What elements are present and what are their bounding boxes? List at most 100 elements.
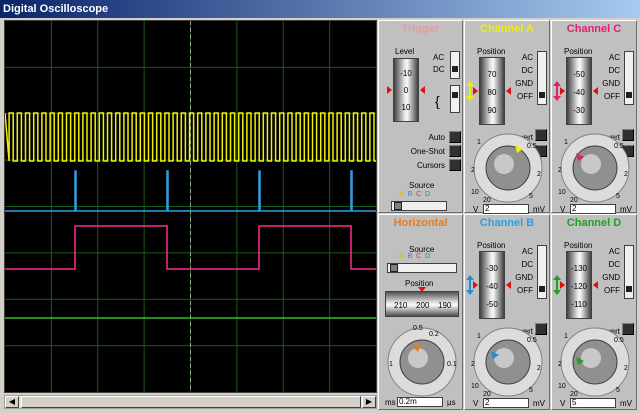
edge-brace-icon: { (435, 93, 440, 109)
hknob-label: 0.5 (413, 325, 423, 332)
trigger-oneshot-button[interactable] (449, 145, 461, 157)
channel_c-tick: -50 (573, 70, 585, 79)
channel_c-coupling-switch[interactable] (624, 51, 634, 105)
channel_d-value-field[interactable]: 5 (570, 398, 616, 408)
trigger-title: Trigger (401, 23, 440, 35)
channel_b-title: Channel B (479, 217, 535, 229)
trigger-source-options: A B C D (399, 191, 430, 198)
horizontal-value-field[interactable]: 0.2m (397, 397, 443, 407)
channel_d-off-label: OFF (604, 286, 620, 295)
channel_a-knob-label: 0.5 (527, 143, 537, 150)
horizontal-unit-left: ms (385, 398, 396, 407)
channel_c-dc-label: DC (608, 66, 620, 75)
hpos-tick: 210 (394, 301, 408, 310)
channel_b-updown-icon (466, 275, 474, 295)
channel_c-knob-label: 2 (624, 171, 628, 178)
trigger-oneshot-label: One-Shot (410, 147, 445, 156)
hsource-option-a: A (399, 253, 404, 260)
channel_c-off-label: OFF (604, 92, 620, 101)
channel_d-knob-label: 2 (558, 361, 562, 368)
channel_d-knob-label: 2 (624, 365, 628, 372)
channel_b-coupling-switch[interactable] (537, 245, 547, 299)
hsource-option-b: B (407, 253, 413, 260)
source-option-a: A (399, 191, 404, 198)
channel_b-knob-label: 10 (471, 383, 479, 390)
channel_b-off-label: OFF (517, 286, 533, 295)
channel_c-unit-right: mV (620, 205, 632, 214)
source-option-c: C (416, 191, 422, 198)
horizontal-source-slider[interactable] (387, 263, 457, 273)
channel_a-coupling-switch[interactable] (537, 51, 547, 105)
channel_b-knob-label: 2 (537, 365, 541, 372)
horizontal-position-drum[interactable]: 210 200 190 (385, 291, 459, 317)
channel_a-updown-icon (466, 81, 474, 101)
channel_d-coupling-switch[interactable] (624, 245, 634, 299)
trigger-auto-button[interactable] (449, 131, 461, 143)
channel_a-knob-label: 10 (471, 189, 479, 196)
channel_d-ac-label: AC (608, 247, 620, 256)
horizontal-scrollbar[interactable]: ◀ ▶ (4, 395, 377, 409)
scroll-thumb[interactable] (21, 396, 361, 408)
channel_b-knob-label: 2 (471, 361, 475, 368)
channel_c-title: Channel C (566, 23, 622, 35)
channel_b-knob-label: 5 (529, 387, 533, 394)
channel_a-tick: 70 (487, 70, 497, 79)
channel_b-tick: -50 (486, 300, 498, 309)
channel_b-tick: -40 (486, 282, 498, 291)
channel_c-position-drum[interactable]: -50 -40 -30 (566, 57, 592, 125)
channel_a-knob-label: 1 (477, 139, 481, 146)
hknob-label: 0.1 (447, 361, 457, 368)
channel_c-unit-left: V (560, 205, 566, 214)
channel_a-position-label: Position (477, 47, 506, 56)
channel_c-knob-label: 5 (616, 193, 620, 200)
trigger-cursors-button[interactable] (449, 159, 461, 171)
channel_b-knob-label: 1 (477, 333, 481, 340)
channel_c-knob-label: 0.5 (614, 143, 624, 150)
scroll-left-icon[interactable]: ◀ (5, 396, 19, 408)
channel_b-position-drum[interactable]: -30 -40 -50 (479, 251, 505, 319)
channel_d-updown-icon (553, 275, 561, 295)
trigger-source-slider[interactable] (391, 201, 447, 211)
channel_a-dc-label: DC (521, 66, 533, 75)
channel_b-position-label: Position (477, 241, 506, 250)
channel_d-title: Channel D (566, 217, 622, 229)
channel_a-position-drum[interactable]: 70 80 90 (479, 57, 505, 125)
channel_a-knob-label: 2 (537, 171, 541, 178)
channel_d-knob-label: 10 (558, 383, 566, 390)
source-option-d: D (425, 191, 431, 198)
channel_c-value-field[interactable]: 2 (570, 204, 616, 214)
trigger-level-tick: 0 (403, 86, 409, 95)
scope-graticule (5, 21, 376, 392)
hknob-label: 0.2 (429, 331, 439, 338)
channel_b-panel: Channel B Position -30 -40 -50 AC DC GND… (464, 214, 550, 410)
trigger-coupling-switch[interactable] (450, 51, 460, 79)
trigger-cursors-label: Cursors (416, 161, 445, 170)
trigger-edge-switch[interactable] (450, 85, 460, 113)
channel_b-dc-label: DC (521, 260, 533, 269)
channel_a-tick: 90 (487, 106, 497, 115)
channel_b-value-field[interactable]: 2 (483, 398, 529, 408)
channel_c-tick: -30 (573, 106, 585, 115)
channel_a-value-field[interactable]: 2 (483, 204, 529, 214)
channel_d-gnd-label: GND (602, 273, 620, 282)
channel_a-unit-left: V (473, 205, 479, 214)
level-marker-icon (387, 86, 392, 94)
channel_b-tick: -30 (486, 264, 498, 273)
channel_d-unit-left: V (560, 399, 566, 408)
trigger-dc-label: DC (433, 65, 445, 74)
channel_d-knob-label: 20 (570, 391, 578, 398)
channel_a-knob-label: 20 (483, 197, 491, 204)
channel_a-panel: Channel A Position 70 80 90 AC DC GND OF… (464, 20, 550, 214)
scroll-right-icon[interactable]: ▶ (362, 396, 376, 408)
channel_a-knob-label: 5 (529, 193, 533, 200)
channel_a-tick: 80 (487, 88, 497, 97)
channel_a-ac-label: AC (521, 53, 533, 62)
channel_d-position-drum[interactable]: -130 -120 -110 (566, 251, 592, 319)
channel_d-knob-label: 5 (616, 387, 620, 394)
trigger-level-drum[interactable]: -10 0 10 (393, 58, 419, 122)
channel_a-knob-label: 2 (471, 167, 475, 174)
channel_c-gnd-label: GND (602, 79, 620, 88)
trigger-panel: Trigger Level -10 0 10 AC DC { Auto One-… (378, 20, 463, 213)
hpos-tick: 190 (438, 301, 452, 310)
channel_d-tick: -110 (571, 300, 587, 309)
